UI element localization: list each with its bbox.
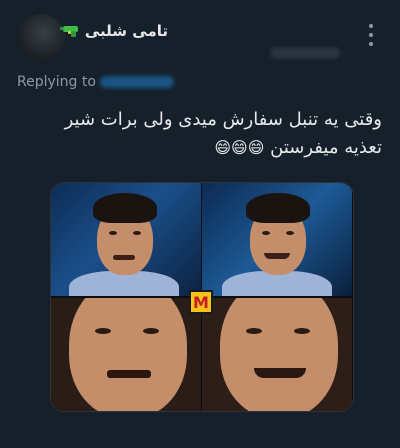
meme-panel-top-left	[51, 183, 201, 296]
author-handle-redacted	[270, 47, 340, 59]
author-row[interactable]: تامی شلبی	[59, 22, 168, 40]
replying-to-label: Replying to	[17, 74, 96, 90]
tweet-text-line-1: وقتی یه تنبل سفارش میدی ولی برات شیر	[64, 109, 382, 130]
reply-handle-redacted[interactable]	[99, 76, 174, 88]
tweet-text: وقتی یه تنبل سفارش میدی ولی برات شیر تعذ…	[20, 106, 382, 162]
tweet-text-line-2: تعذیه میفرستن 😄😄😄	[20, 134, 382, 162]
tweet-text-line-2-words: تعذیه میفرستن	[270, 137, 382, 158]
channel-logo-icon: M	[189, 290, 213, 314]
water-pistol-icon	[59, 26, 78, 37]
meme-panel-top-right	[202, 183, 352, 296]
meme-panel-bottom-left	[51, 298, 201, 411]
grinning-emoji-icons: 😄😄😄	[214, 138, 265, 157]
author-name[interactable]: تامی شلبی	[85, 22, 168, 40]
tweet-media-image[interactable]: M	[50, 182, 354, 412]
more-options-icon[interactable]	[362, 24, 380, 46]
avatar[interactable]	[17, 14, 65, 62]
meme-panel-bottom-right	[202, 298, 352, 411]
tweet[interactable]: تامی شلبی Replying to وقتی یه تنبل سفارش…	[0, 0, 400, 448]
replying-to: Replying to	[17, 74, 174, 90]
